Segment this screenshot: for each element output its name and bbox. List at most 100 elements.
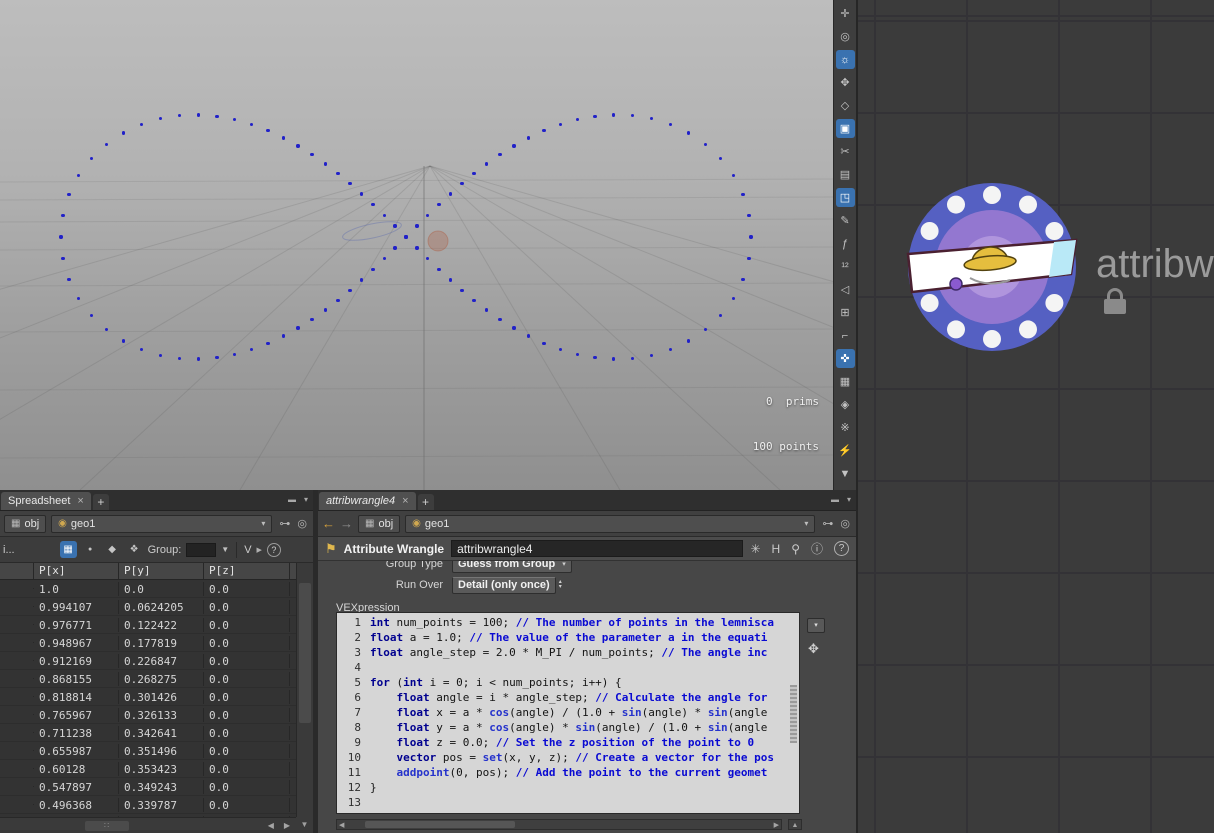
cook-settings-icon[interactable]: ✳	[750, 542, 760, 556]
search-icon[interactable]: ⚲	[791, 542, 800, 556]
node-header: ⚑ Attribute Wrangle attribwrangle4 ✳ H ⚲ ⓘ?	[318, 537, 856, 561]
pane-bar-icon[interactable]: ▬	[288, 495, 296, 504]
pane-bar-icon[interactable]: ▬	[831, 495, 839, 504]
point-dot	[323, 162, 327, 166]
point-dot	[215, 114, 219, 119]
help-icon[interactable]: ?	[266, 542, 281, 557]
spreadsheet-pathbar: ▦ obj ◉ geo1 ▾ ⊶ ◎	[0, 511, 313, 537]
crosshair-icon[interactable]: ✜	[835, 349, 855, 368]
new-tab-button[interactable]: +	[417, 494, 434, 510]
scroll-left-icon[interactable]: ◀	[268, 821, 274, 830]
info-icon[interactable]: ⓘ	[811, 540, 823, 557]
code-line: 4	[354, 661, 361, 674]
tab-spreadsheet[interactable]: Spreadsheet ×	[1, 492, 91, 510]
groups-icon[interactable]: ❖	[126, 541, 143, 558]
hda-icon[interactable]: H	[772, 542, 781, 556]
attribwrangle-node[interactable]	[858, 0, 1214, 833]
point-dot	[575, 118, 579, 122]
point-dot	[741, 277, 745, 281]
param-row-group-type: Group Type Guess from Group ▾	[318, 561, 856, 574]
tab-label: Spreadsheet	[8, 495, 71, 507]
visibility-label[interactable]: V	[244, 544, 251, 556]
pin-icon[interactable]: ⊶	[822, 517, 833, 530]
play-icon[interactable]: ▶	[257, 546, 262, 554]
editor-menu-button[interactable]: ▾	[807, 618, 825, 633]
dot-icon[interactable]: ●	[82, 541, 99, 558]
particles-icon[interactable]: ※	[836, 418, 855, 437]
chevron-down-icon[interactable]: ▾	[261, 519, 265, 528]
hscroll-thumb[interactable]	[365, 821, 515, 828]
node-name-input[interactable]: attribwrangle4	[451, 540, 744, 557]
point-dot	[703, 142, 708, 147]
point-dot	[747, 256, 751, 261]
editor-scrollbar[interactable]	[790, 685, 797, 743]
column-header: P[x]	[34, 563, 119, 579]
pin-icon[interactable]: ⊶	[279, 517, 290, 530]
more-options-icon[interactable]: ▼	[836, 464, 855, 483]
spreadsheet-vscrollbar[interactable]	[296, 563, 313, 817]
points-display-icon[interactable]: ◳	[835, 188, 855, 207]
chevron-down-icon[interactable]: ▾	[804, 519, 808, 528]
pane-menu-icon[interactable]: ▾	[847, 495, 851, 504]
hscroll-thumb[interactable]: ∷	[85, 821, 129, 831]
spreadsheet-toolbar: i... ▦ ● ◆ ❖ Group: ▼ V ▶ ?	[0, 537, 313, 563]
new-tab-button[interactable]: +	[92, 494, 109, 510]
path-chip-obj[interactable]: ▦ obj	[4, 514, 47, 533]
help-icon[interactable]: ?	[834, 541, 849, 556]
pivot-icon[interactable]: ◎	[836, 27, 855, 46]
link-target-icon[interactable]: ◎	[840, 517, 850, 530]
normals-icon[interactable]: ◁	[836, 280, 855, 299]
filter-funnel-icon[interactable]: ▼	[221, 545, 229, 554]
path-chip-obj[interactable]: ▦ obj	[358, 514, 401, 533]
link-target-icon[interactable]: ◎	[297, 517, 307, 530]
material-icon[interactable]: ▤	[836, 165, 855, 184]
path-chip-geo1[interactable]: ◉ geo1 ▾	[405, 514, 816, 533]
point-dot	[348, 288, 352, 292]
back-icon[interactable]: ←	[322, 516, 335, 531]
point-dot	[76, 173, 81, 178]
scroll-corner[interactable]: ▼	[296, 817, 313, 833]
point-dot	[310, 152, 314, 157]
gem-display-icon[interactable]: ◈	[836, 395, 855, 414]
path-chip-geo1[interactable]: ◉ geo1 ▾	[51, 514, 273, 533]
forward-icon[interactable]: →	[340, 516, 353, 531]
show-points-icon[interactable]: ▦	[59, 541, 77, 558]
close-icon[interactable]: ×	[77, 495, 83, 507]
flash-icon[interactable]: ⚡	[836, 441, 855, 460]
scroll-up-button[interactable]: ▲	[788, 819, 802, 830]
point-dot	[575, 352, 579, 356]
geometry-spreadsheet[interactable]: P[x] P[y] P[z] 1.0 0.0 0.0 0.994107 0.0624205 0…	[0, 563, 296, 817]
vex-code-editor[interactable]: 1 int num_points = 100; // The number of …	[336, 612, 800, 814]
scroll-right-icon[interactable]: ▶	[284, 821, 290, 830]
function-icon[interactable]: ƒ	[836, 234, 855, 253]
params-hscrollbar[interactable]: ◀ ▶	[336, 819, 782, 830]
close-icon[interactable]: ×	[402, 495, 408, 507]
template-icon[interactable]: ▦	[836, 372, 855, 391]
group-type-dropdown[interactable]: Guess from Group ▾	[452, 561, 572, 573]
spinner-stepper[interactable]: ▴ ▾	[559, 579, 562, 590]
scene-viewport[interactable]: 0 prims 100 points	[0, 0, 833, 490]
pane-menu-icon[interactable]: ▾	[304, 495, 308, 504]
group-input[interactable]	[186, 542, 217, 557]
editor-expand-icon[interactable]: ✥	[808, 641, 819, 657]
point-dot	[177, 114, 182, 118]
network-editor[interactable]: attribwrangle4	[856, 0, 1214, 833]
display-geometry-icon[interactable]: ▣	[835, 119, 855, 138]
draw-icon[interactable]: ✎	[836, 211, 855, 230]
view-controls-icon[interactable]: ✛	[836, 4, 855, 23]
spreadsheet-hscrollbar[interactable]: ∷ ◀ ▶	[0, 817, 296, 833]
point-dot	[630, 114, 634, 118]
corner-pin-icon[interactable]: ⌐	[836, 326, 855, 345]
tab-attribwrangle4[interactable]: attribwrangle4 ×	[319, 492, 416, 510]
point-dot	[196, 357, 201, 361]
snip-icon[interactable]: ✂	[836, 142, 855, 161]
lighting-icon[interactable]: ☼	[835, 50, 855, 69]
dimension-icon[interactable]: ¹²	[836, 257, 855, 276]
shading-icon[interactable]: ◇	[836, 96, 855, 115]
pan-tool-icon[interactable]: ✥	[836, 73, 855, 92]
point-dot	[485, 308, 489, 312]
run-over-dropdown[interactable]: Detail (only once)	[452, 576, 556, 594]
point-dot	[348, 182, 352, 186]
attribs-icon[interactable]: ◆	[104, 541, 121, 558]
grid-snap-icon[interactable]: ⊞	[836, 303, 855, 322]
